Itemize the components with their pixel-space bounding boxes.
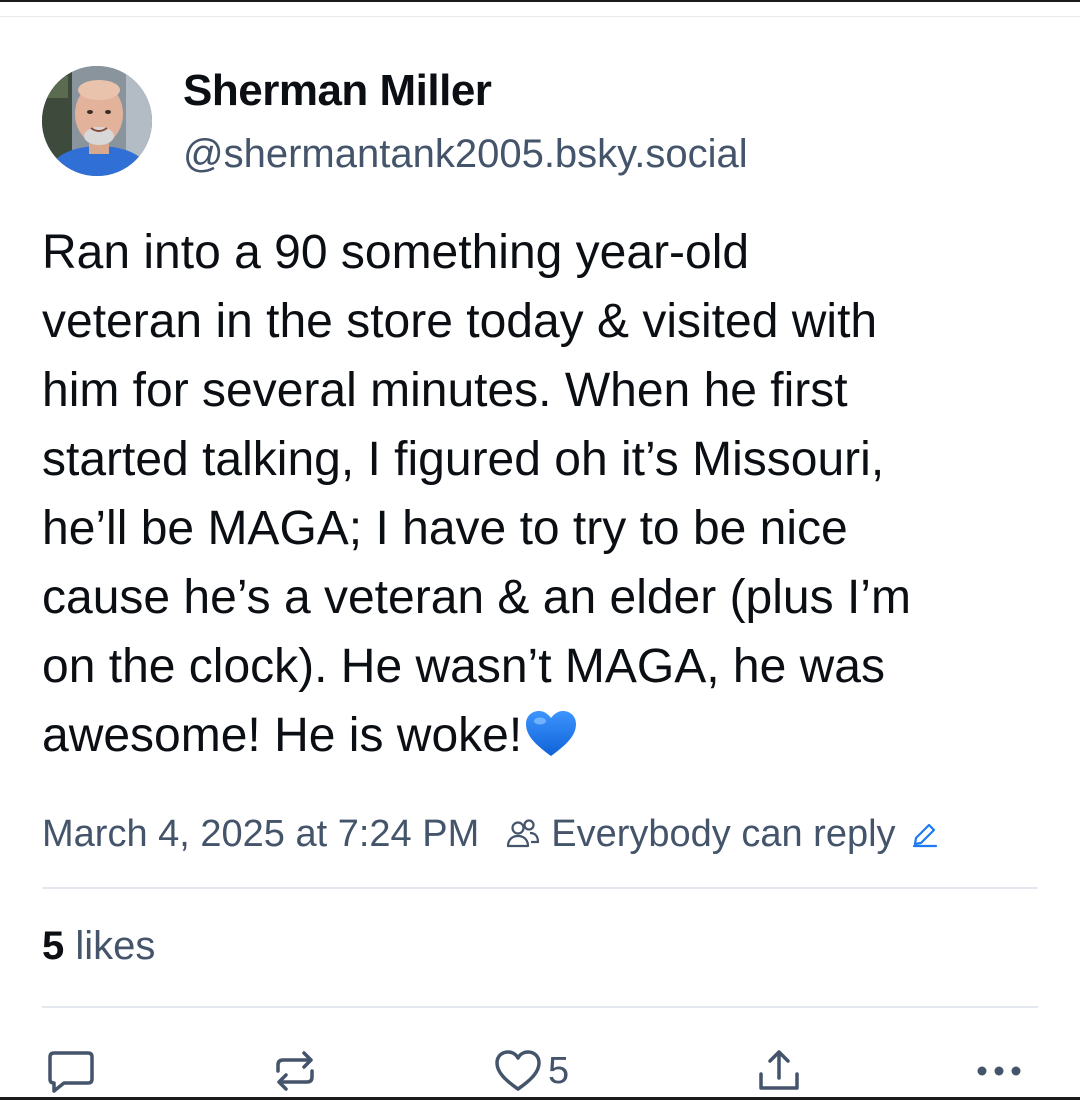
post-text-line-last: awesome! He is woke! — [42, 701, 1042, 770]
author-handle[interactable]: @shermantank2005.bsky.social — [183, 132, 748, 177]
like-count: 5 — [548, 1049, 570, 1092]
author-display-name[interactable]: Sherman Miller — [183, 66, 492, 116]
post-text-line: on the clock). He wasn’t MAGA, he was — [42, 640, 885, 693]
post-text-line: Ran into a 90 something year-old — [42, 226, 750, 279]
avatar[interactable] — [42, 66, 152, 176]
share-icon — [759, 1050, 799, 1090]
blue-heart-emoji-icon — [526, 711, 577, 756]
likes-summary[interactable]: 5 likes — [42, 924, 155, 969]
post-text-line-last-text: awesome! He is woke! — [42, 709, 523, 762]
reply-setting[interactable]: Everybody can reply — [551, 813, 895, 856]
post-text-line: him for several minutes. When he first — [42, 364, 848, 417]
post-text-line: started talking, I figured oh it’s Misso… — [42, 433, 885, 486]
reply-button[interactable] — [46, 1046, 96, 1096]
divider — [42, 1006, 1038, 1008]
pencil-edit-icon[interactable] — [910, 819, 940, 849]
post-text-line: cause he’s a veteran & an elder (plus I’… — [42, 571, 911, 624]
like-button[interactable]: 5 — [494, 1046, 569, 1096]
reply-bubble-icon — [48, 1051, 94, 1093]
likes-count: 5 — [42, 924, 65, 968]
heart-icon — [495, 1050, 541, 1091]
top-divider — [0, 16, 1080, 17]
people-icon — [507, 819, 540, 848]
profile-photo-icon — [42, 66, 152, 176]
more-dots-icon — [977, 1066, 1021, 1076]
post-text: Ran into a 90 something year-old veteran… — [42, 218, 1042, 770]
divider — [42, 887, 1038, 889]
share-button[interactable] — [756, 1046, 802, 1096]
more-options-button[interactable] — [975, 1046, 1023, 1096]
top-border — [0, 0, 1080, 2]
post-meta: March 4, 2025 at 7:24 PM Everybody can r… — [42, 810, 940, 858]
repost-button[interactable] — [272, 1046, 318, 1096]
likes-label: likes — [75, 924, 156, 968]
repost-icon — [276, 1051, 314, 1091]
post-text-line: he’ll be MAGA; I have to try to be nice — [42, 502, 848, 555]
post-timestamp[interactable]: March 4, 2025 at 7:24 PM — [42, 813, 479, 856]
post-text-line: veteran in the store today & visited wit… — [42, 295, 878, 348]
